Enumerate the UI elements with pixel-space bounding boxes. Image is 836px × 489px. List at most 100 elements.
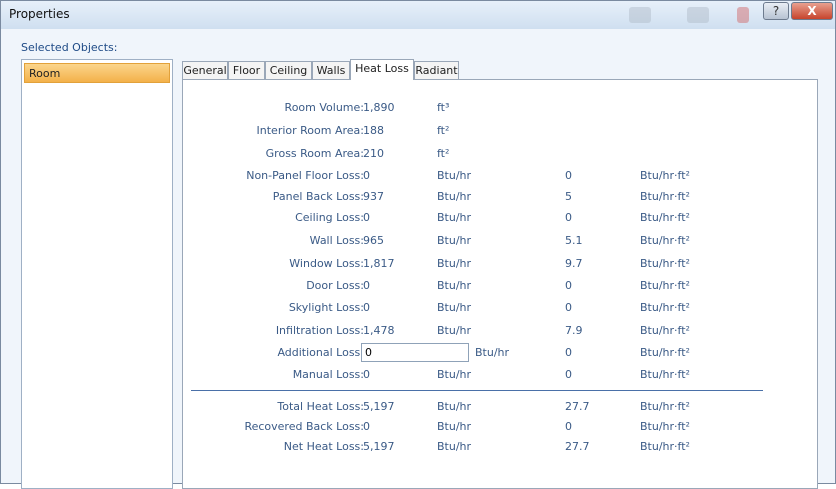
field-value-per-area: 5.1 [565,234,583,247]
row-room-volume: Room Volume: 1,890 ft³ [183,101,819,117]
row-skylight-loss: Skylight Loss: 0 Btu/hr 0 Btu/hr·ft² [183,301,819,317]
field-value: 0 [363,169,370,182]
field-value-per-area: 0 [565,301,572,314]
background-app-icon [629,7,651,23]
field-unit: Btu/hr [437,440,472,453]
row-ceiling-loss: Ceiling Loss: 0 Btu/hr 0 Btu/hr·ft² [183,211,819,227]
row-door-loss: Door Loss: 0 Btu/hr 0 Btu/hr·ft² [183,279,819,295]
field-unit: Btu/hr [437,279,472,292]
field-label: Manual Loss: [292,368,364,381]
field-unit: Btu/hr [437,324,472,337]
field-value: 1,478 [363,324,395,337]
field-value: 188 [363,124,384,137]
field-value: 937 [363,190,384,203]
tab-floor[interactable]: Floor [228,61,265,79]
field-unit-per-area: Btu/hr·ft² [640,440,690,453]
tab-radiant[interactable]: Radiant [414,61,459,79]
row-infiltration-loss: Infiltration Loss: 1,478 Btu/hr 7.9 Btu/… [183,324,819,340]
field-label: Net Heat Loss: [283,440,364,453]
field-unit-per-area: Btu/hr·ft² [640,346,690,359]
tab-ceiling[interactable]: Ceiling [265,61,312,79]
field-value-per-area: 7.9 [565,324,583,337]
properties-window: Properties ? X Selected Objects: Room Ge… [0,0,836,489]
field-value: 210 [363,147,384,160]
background-app-icon [687,7,709,23]
field-label: Additional Loss: [277,346,364,359]
row-wall-loss: Wall Loss: 965 Btu/hr 5.1 Btu/hr·ft² [183,234,819,250]
field-label: Panel Back Loss: [272,190,364,203]
list-item-room[interactable]: Room [24,63,170,83]
field-value-per-area: 0 [565,346,572,359]
field-label: Room Volume: [284,101,364,114]
field-value: 965 [363,234,384,247]
field-unit-per-area: Btu/hr·ft² [640,324,690,337]
field-value-per-area: 27.7 [565,440,590,453]
selected-objects-label: Selected Objects: [21,41,118,54]
heat-loss-panel: Room Volume: 1,890 ft³ Interior Room Are… [182,79,818,489]
title-bar[interactable]: Properties ? X [1,1,835,29]
field-unit: Btu/hr [437,400,472,413]
row-window-loss: Window Loss: 1,817 Btu/hr 9.7 Btu/hr·ft² [183,257,819,273]
field-value: 0 [363,301,370,314]
field-label: Total Heat Loss: [277,400,364,413]
field-value: 0 [363,279,370,292]
row-manual-loss: Manual Loss: 0 Btu/hr 0 Btu/hr·ft² [183,368,819,384]
field-unit: ft² [437,147,450,160]
field-label: Skylight Loss: [288,301,364,314]
row-additional-loss: Additional Loss: Btu/hr 0 Btu/hr·ft² [183,343,819,362]
field-value: 0 [363,420,370,433]
field-value: 1,890 [363,101,395,114]
field-unit-per-area: Btu/hr·ft² [640,234,690,247]
field-unit: Btu/hr [475,346,510,359]
field-unit: ft² [437,124,450,137]
tab-walls[interactable]: Walls [312,61,350,79]
row-panel-back-loss: Panel Back Loss: 937 Btu/hr 5 Btu/hr·ft² [183,190,819,206]
field-unit-per-area: Btu/hr·ft² [640,169,690,182]
field-label: Non-Panel Floor Loss: [246,169,364,182]
additional-loss-input[interactable] [361,343,469,362]
row-gross-room-area: Gross Room Area: 210 ft² [183,147,819,163]
field-unit: ft³ [437,101,450,114]
background-app-icon [737,7,749,23]
field-label: Infiltration Loss: [275,324,364,337]
row-interior-room-area: Interior Room Area: 188 ft² [183,124,819,140]
field-unit-per-area: Btu/hr·ft² [640,211,690,224]
field-value: 0 [363,368,370,381]
field-label: Recovered Back Loss: [244,420,364,433]
field-unit: Btu/hr [437,190,472,203]
field-value: 1,817 [363,257,395,270]
tab-general[interactable]: General [182,61,228,79]
field-label: Gross Room Area: [265,147,364,160]
field-value: 0 [363,211,370,224]
field-unit-per-area: Btu/hr·ft² [640,368,690,381]
row-non-panel-floor-loss: Non-Panel Floor Loss: 0 Btu/hr 0 Btu/hr·… [183,169,819,185]
field-unit-per-area: Btu/hr·ft² [640,190,690,203]
row-total-heat-loss: Total Heat Loss: 5,197 Btu/hr 27.7 Btu/h… [183,400,819,416]
field-label: Door Loss: [306,279,364,292]
field-unit-per-area: Btu/hr·ft² [640,279,690,292]
field-unit-per-area: Btu/hr·ft² [640,301,690,314]
selected-objects-list[interactable]: Room [21,59,173,489]
close-button[interactable]: X [791,2,833,20]
field-unit: Btu/hr [437,169,472,182]
field-value: 5,197 [363,400,395,413]
field-unit: Btu/hr [437,368,472,381]
field-value-per-area: 0 [565,279,572,292]
field-value-per-area: 9.7 [565,257,583,270]
field-unit: Btu/hr [437,257,472,270]
help-icon: ? [772,4,780,18]
dialog-content: Selected Objects: Room General Floor Cei… [1,29,835,489]
field-value-per-area: 0 [565,211,572,224]
help-button[interactable]: ? [763,2,789,20]
field-value-per-area: 0 [565,420,572,433]
field-label: Interior Room Area: [256,124,364,137]
window-title: Properties [9,7,70,21]
tab-heat-loss[interactable]: Heat Loss [350,59,414,80]
totals-separator [191,390,763,391]
field-unit: Btu/hr [437,301,472,314]
field-unit: Btu/hr [437,234,472,247]
field-value-per-area: 27.7 [565,400,590,413]
close-icon: X [807,4,817,18]
field-value-per-area: 5 [565,190,572,203]
field-unit-per-area: Btu/hr·ft² [640,257,690,270]
